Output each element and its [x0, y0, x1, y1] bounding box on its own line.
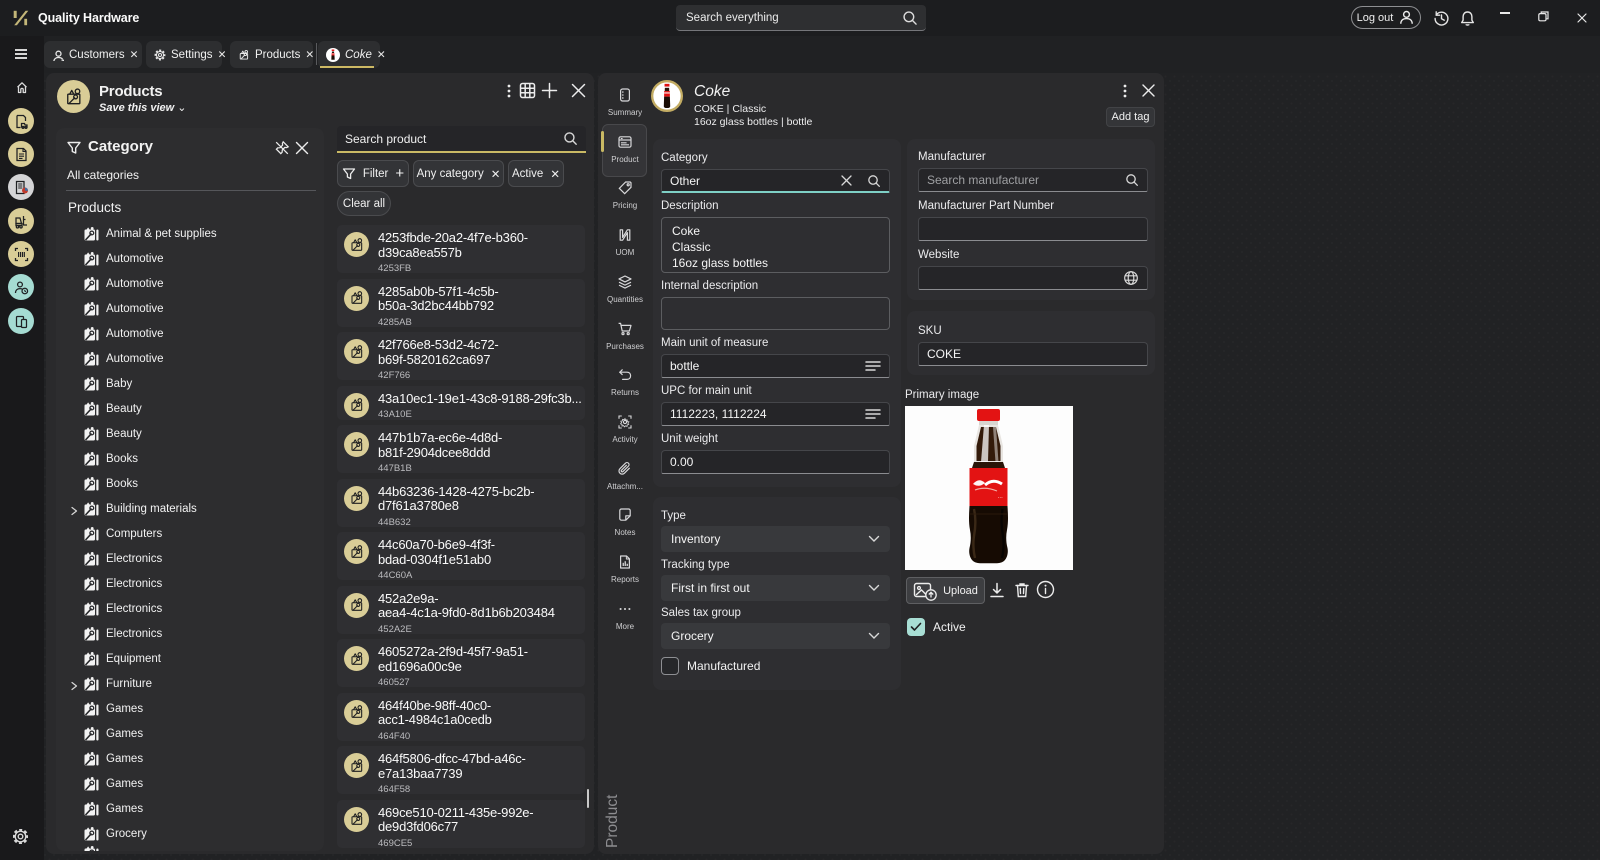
svg-text:...: ... [998, 494, 1003, 500]
